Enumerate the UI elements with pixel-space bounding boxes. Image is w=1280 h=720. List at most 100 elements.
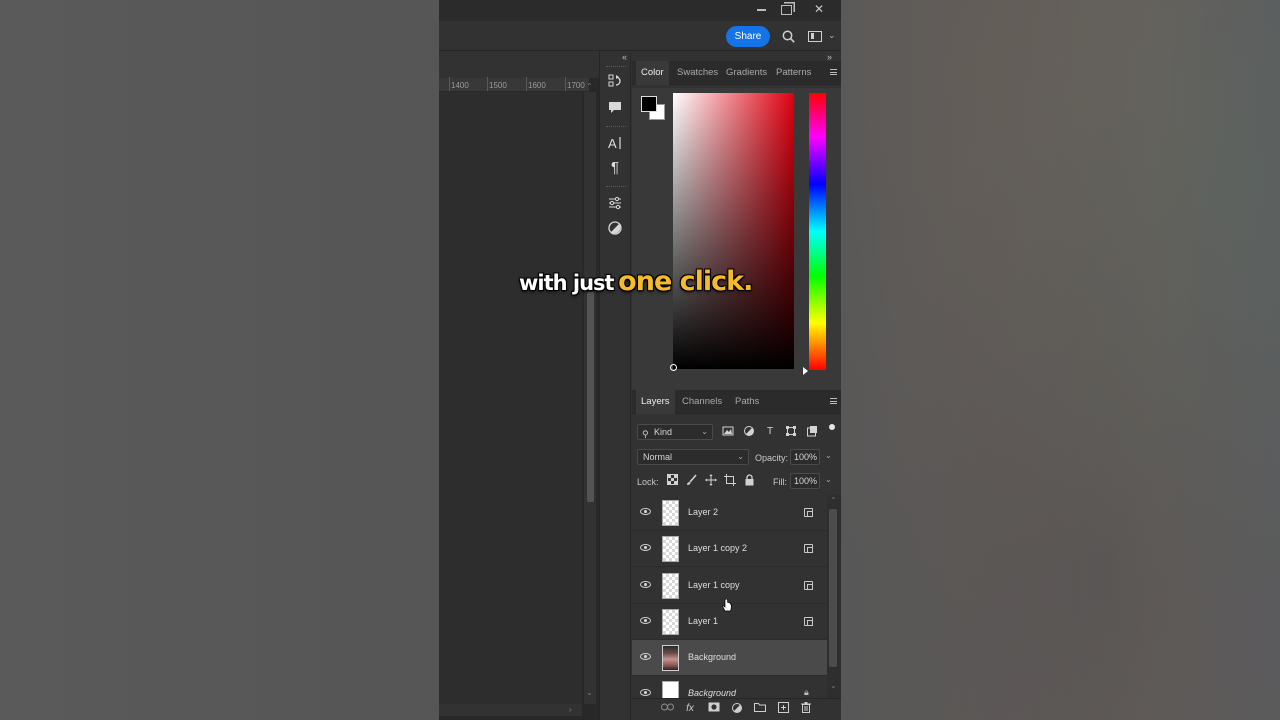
eye-icon[interactable] <box>640 508 651 515</box>
layer-name: Background <box>688 652 737 662</box>
new-layer-icon[interactable] <box>776 702 790 716</box>
layer-row[interactable]: Background 🔒︎ <box>632 676 827 698</box>
layers-scrollbar[interactable]: ⌃ ⌄ <box>827 495 841 698</box>
paragraph-icon[interactable]: ¶ <box>606 159 624 177</box>
lock-position-icon[interactable] <box>704 474 717 487</box>
layer-row[interactable]: Layer 2 <box>632 495 827 531</box>
layers-panel-tabs: Layers Channels Paths <box>632 390 841 414</box>
eye-icon[interactable] <box>640 689 651 696</box>
eye-icon[interactable] <box>640 581 651 588</box>
filter-pixel-icon[interactable] <box>721 425 735 439</box>
workspace-icon[interactable] <box>808 31 822 42</box>
scroll-up-icon[interactable]: ⌃ <box>586 82 593 91</box>
filter-kind-label: Kind <box>654 427 673 437</box>
search-icon[interactable] <box>782 30 795 43</box>
horizontal-scrollbar[interactable]: › <box>439 704 582 716</box>
layer-thumbnail <box>662 645 679 671</box>
collapsed-panel-dock: « A ¶ <box>599 52 631 720</box>
vertical-scrollbar[interactable]: ⌃ ⌄ <box>584 82 596 704</box>
saturation-brightness-field[interactable] <box>673 93 794 369</box>
layer-thumbnail <box>662 573 679 599</box>
eye-icon[interactable] <box>640 653 651 660</box>
opacity-field[interactable]: 100% <box>790 449 820 465</box>
fx-icon[interactable]: fx <box>683 702 697 716</box>
tab-color[interactable]: Color <box>636 61 669 85</box>
eye-icon[interactable] <box>640 617 651 624</box>
ruler-label: 1500 <box>489 81 507 90</box>
link-layers-icon[interactable] <box>660 702 674 716</box>
share-button[interactable]: Share <box>726 26 770 47</box>
layer-name: Background <box>688 688 737 698</box>
character-icon[interactable]: A <box>606 134 624 152</box>
close-icon[interactable]: ✕ <box>807 0 831 18</box>
filter-type-icon[interactable]: T <box>763 425 777 439</box>
color-panel-menu-icon[interactable] <box>830 69 837 75</box>
chevron-down-icon[interactable]: ⌄ <box>825 451 832 460</box>
tab-swatches[interactable]: Swatches <box>672 61 723 85</box>
lock-icon: 🔒︎ <box>804 687 809 697</box>
scroll-up-icon[interactable]: ⌃ <box>830 496 837 505</box>
delete-layer-icon[interactable] <box>799 702 813 716</box>
eye-icon[interactable] <box>640 544 651 551</box>
comment-icon[interactable] <box>606 98 624 116</box>
restore-icon[interactable] <box>774 0 798 18</box>
scroll-down-icon[interactable]: ⌄ <box>830 681 837 690</box>
hue-slider-handle[interactable] <box>803 367 808 375</box>
hand-cursor-icon <box>722 599 732 612</box>
tab-channels[interactable]: Channels <box>677 390 727 414</box>
add-mask-icon[interactable] <box>707 702 721 716</box>
layer-filter-select[interactable]: ⚲ Kind ⌄ <box>637 424 713 440</box>
caption-highlight-text: one click. <box>618 266 753 297</box>
tab-gradients[interactable]: Gradients <box>721 61 772 85</box>
tab-paths[interactable]: Paths <box>730 390 764 414</box>
styles-icon[interactable] <box>606 219 624 237</box>
hue-slider[interactable] <box>809 93 826 370</box>
layer-thumbnail <box>662 500 679 526</box>
filter-adjustment-icon[interactable] <box>742 425 756 439</box>
color-panel-tabs: Color Swatches Gradients Patterns <box>632 61 841 85</box>
lock-label: Lock: <box>637 477 659 487</box>
fill-field[interactable]: 100% <box>790 473 820 489</box>
history-icon[interactable] <box>606 72 624 90</box>
minimize-icon[interactable] <box>749 0 773 18</box>
tab-patterns[interactable]: Patterns <box>771 61 816 85</box>
foreground-color-swatch[interactable] <box>641 96 657 112</box>
horizontal-ruler: 1400 1500 1600 1700 <box>439 77 589 92</box>
expand-panels-icon[interactable]: « <box>622 52 627 62</box>
document-canvas[interactable] <box>439 92 582 704</box>
lock-pixels-icon[interactable] <box>685 474 698 487</box>
filter-toggle[interactable] <box>829 424 835 430</box>
right-panel-dock: » Color Swatches Gradients Patterns Laye… <box>632 52 841 720</box>
layer-row-selected[interactable]: Background <box>632 640 827 676</box>
scrollbar-thumb[interactable] <box>829 509 837 667</box>
filter-shape-icon[interactable] <box>784 425 798 439</box>
scrollbar-thumb[interactable] <box>587 292 594 502</box>
scroll-down-icon[interactable]: ⌄ <box>586 688 593 697</box>
video-caption: with just one click. <box>519 266 753 306</box>
layer-thumbnail <box>662 536 679 562</box>
new-group-icon[interactable] <box>753 702 767 716</box>
color-picker-handle[interactable] <box>670 364 677 371</box>
new-adjustment-layer-icon[interactable] <box>730 702 744 716</box>
filter-smart-object-icon[interactable] <box>805 425 819 439</box>
tab-layers[interactable]: Layers <box>636 390 675 414</box>
lock-artboard-icon[interactable] <box>723 474 736 487</box>
caption-white-text: with just <box>519 271 615 295</box>
chevron-down-icon[interactable]: ⌄ <box>825 475 832 484</box>
adjustments-icon[interactable] <box>606 194 624 212</box>
ruler-label: 1400 <box>451 81 469 90</box>
layer-name: Layer 1 copy <box>688 580 740 590</box>
lock-transparent-icon[interactable] <box>666 474 679 487</box>
layer-name: Layer 1 copy 2 <box>688 543 748 553</box>
layer-row[interactable]: Layer 1 copy 2 <box>632 531 827 567</box>
ruler-label: 1600 <box>528 81 546 90</box>
linked-layer-icon <box>804 581 813 590</box>
lock-all-icon[interactable] <box>743 474 756 487</box>
layers-panel-menu-icon[interactable] <box>830 398 837 404</box>
blend-mode-select[interactable]: Normal ⌄ <box>637 449 749 465</box>
svg-text:A: A <box>608 136 617 151</box>
scroll-right-icon[interactable]: › <box>569 705 572 714</box>
title-bar: ✕ <box>439 0 841 21</box>
chevron-down-icon[interactable]: ⌄ <box>828 30 836 41</box>
blend-mode-label: Normal <box>643 452 673 462</box>
